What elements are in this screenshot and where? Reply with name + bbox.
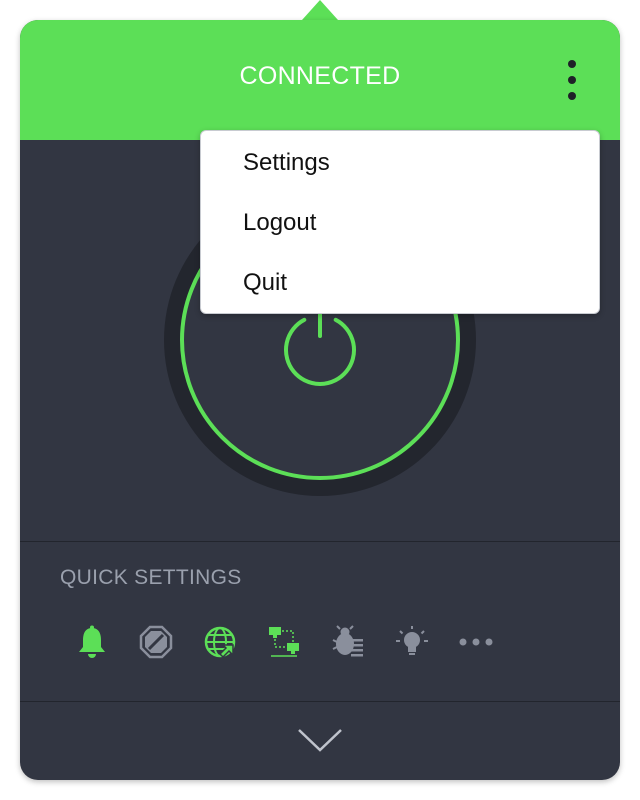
status-header: CONNECTED [20, 20, 620, 140]
quick-settings-icons [72, 622, 496, 662]
expand-button[interactable] [290, 720, 350, 760]
menu-item-settings[interactable]: Settings [201, 133, 599, 193]
lightbulb-icon[interactable] [392, 622, 432, 662]
block-icon[interactable] [136, 622, 176, 662]
connection-status: CONNECTED [239, 62, 401, 90]
globe-icon[interactable] [200, 622, 240, 662]
popup-arrow [302, 0, 338, 20]
bug-icon[interactable] [328, 622, 368, 662]
kebab-dot [568, 92, 576, 100]
chevron-down-icon [298, 729, 342, 752]
kebab-dot [568, 76, 576, 84]
dropdown-menu: Settings Logout Quit [200, 130, 600, 314]
divider [20, 701, 620, 702]
menu-item-quit[interactable]: Quit [201, 253, 599, 313]
menu-item-logout[interactable]: Logout [201, 193, 599, 253]
network-icon[interactable] [264, 622, 304, 662]
divider [20, 541, 620, 542]
more-menu-button[interactable] [560, 56, 584, 104]
quick-settings-title: QUICK SETTINGS [60, 566, 242, 589]
bell-icon[interactable] [72, 622, 112, 662]
more-icon[interactable] [456, 622, 496, 662]
kebab-dot [568, 60, 576, 68]
